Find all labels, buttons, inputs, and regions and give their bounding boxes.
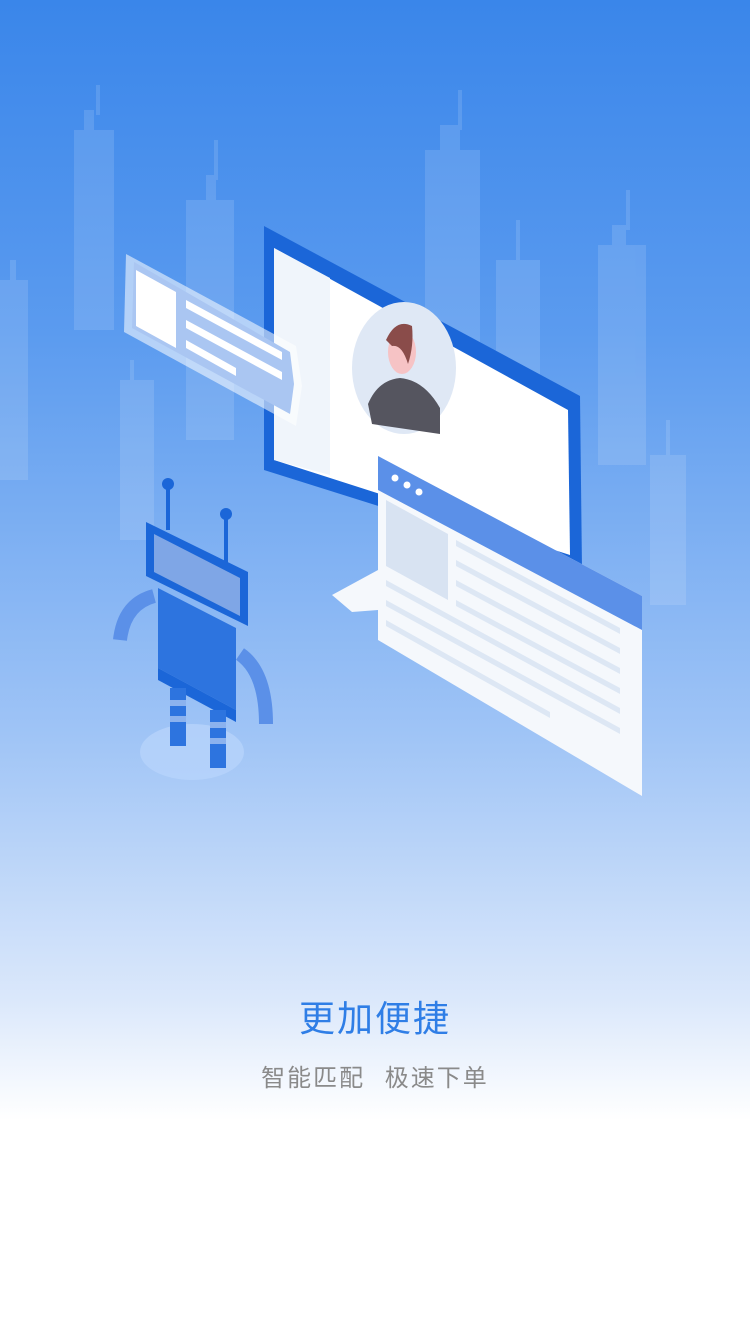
onboarding-subtitle: 智能匹配 极速下单 bbox=[261, 1064, 489, 1092]
user-avatar-icon bbox=[352, 302, 456, 434]
onboarding-title: 更加便捷 bbox=[298, 999, 451, 1040]
onboarding-illustration bbox=[0, 85, 686, 796]
